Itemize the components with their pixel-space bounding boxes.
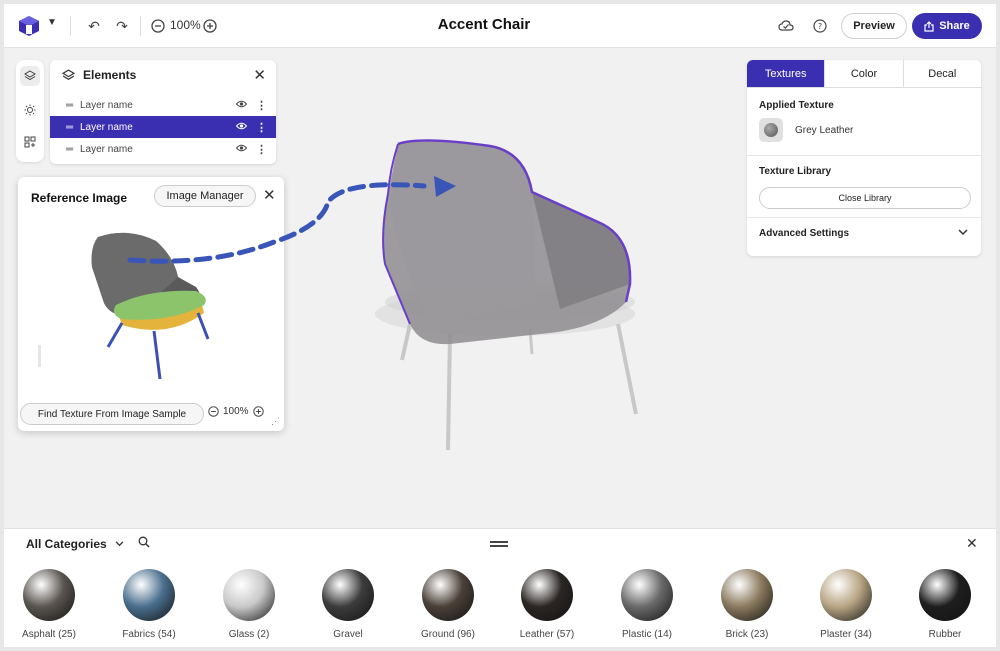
drag-handle-icon[interactable]: ═ xyxy=(66,144,73,155)
chevron-down-icon xyxy=(115,541,124,547)
reference-zoom-level: 100% xyxy=(223,406,249,417)
material-sphere xyxy=(521,569,573,621)
material-label: Fabrics (54) xyxy=(122,629,176,640)
material-label: Plastic (14) xyxy=(621,629,672,640)
close-icon[interactable]: ✕ xyxy=(263,186,276,204)
layer-name: Layer name xyxy=(80,121,133,133)
zoom-in-icon[interactable] xyxy=(252,406,264,417)
elements-title: Elements xyxy=(83,68,137,82)
more-options-icon[interactable]: ⋮ xyxy=(256,143,267,156)
material-sphere xyxy=(919,569,971,621)
image-edge xyxy=(38,345,41,367)
applied-texture-label: Applied Texture xyxy=(759,100,834,111)
material-item[interactable]: Gravel xyxy=(303,569,393,640)
material-sphere xyxy=(322,569,374,621)
app-window: ▼ ↶ ↷ 100% Accent Chair ? Preview Share xyxy=(4,4,996,647)
layer-name: Layer name xyxy=(80,143,133,155)
close-icon[interactable]: ✕ xyxy=(253,66,266,84)
share-icon xyxy=(924,20,934,32)
material-label: Brick (23) xyxy=(725,629,769,640)
cloud-sync-icon[interactable] xyxy=(776,16,796,36)
reference-image-panel: Reference Image Image Manager ✕ Find Tex… xyxy=(18,177,284,431)
category-dropdown[interactable]: All Categories xyxy=(26,537,124,551)
tab-decal[interactable]: Decal xyxy=(904,60,981,87)
material-item[interactable]: Fabrics (54) xyxy=(104,569,194,640)
material-sphere xyxy=(123,569,175,621)
visibility-eye-icon[interactable] xyxy=(235,144,248,155)
material-sphere xyxy=(422,569,474,621)
applied-texture-value: Grey Leather xyxy=(795,125,854,136)
panel-tabs: Textures Color Decal xyxy=(747,60,981,88)
material-item[interactable]: Glass (2) xyxy=(204,569,294,640)
find-texture-button[interactable]: Find Texture From Image Sample xyxy=(20,403,204,425)
material-sphere xyxy=(23,569,75,621)
add-element-icon[interactable] xyxy=(20,132,40,152)
share-button[interactable]: Share xyxy=(912,13,982,39)
category-label: All Categories xyxy=(26,537,107,551)
top-bar: ▼ ↶ ↷ 100% Accent Chair ? Preview Share xyxy=(4,4,996,48)
material-item[interactable]: Brick (23) xyxy=(702,569,792,640)
material-label: Rubber xyxy=(928,629,962,640)
section-divider xyxy=(747,155,981,156)
applied-texture-swatch[interactable] xyxy=(759,118,783,142)
texture-sphere-icon xyxy=(764,123,778,137)
texture-panel: Textures Color Decal Applied Texture Gre… xyxy=(747,60,981,256)
material-label: Gravel xyxy=(333,629,363,640)
material-library: All Categories ✕ Asphalt (25) Fabrics (5… xyxy=(4,528,996,647)
layer-row[interactable]: ═ Layer name ⋮ xyxy=(50,94,276,116)
tab-textures[interactable]: Textures xyxy=(747,60,826,87)
material-label: Plaster (34) xyxy=(820,629,872,640)
layers-icon[interactable] xyxy=(20,66,40,86)
lighting-icon[interactable] xyxy=(20,100,40,120)
material-item[interactable]: Plaster (34) xyxy=(801,569,891,640)
material-item[interactable]: Ground (96) xyxy=(403,569,493,640)
svg-text:?: ? xyxy=(818,22,822,31)
visibility-eye-icon[interactable] xyxy=(235,122,248,133)
more-options-icon[interactable]: ⋮ xyxy=(256,99,267,112)
material-label: Ground (96) xyxy=(421,629,475,640)
chair-3d-model[interactable] xyxy=(360,124,660,454)
share-label: Share xyxy=(939,20,970,32)
close-icon[interactable]: ✕ xyxy=(966,535,978,552)
layers-icon xyxy=(62,68,75,80)
image-manager-button[interactable]: Image Manager xyxy=(154,185,256,207)
layer-row-selected[interactable]: ═ Layer name ⋮ xyxy=(50,116,276,138)
layer-row[interactable]: ═ Layer name ⋮ xyxy=(50,138,276,160)
more-options-icon[interactable]: ⋮ xyxy=(256,121,267,134)
material-label: Asphalt (25) xyxy=(22,629,76,640)
layer-name: Layer name xyxy=(80,99,133,111)
search-icon[interactable] xyxy=(138,536,150,551)
material-sphere xyxy=(721,569,773,621)
resize-handle-icon[interactable]: ⋰ xyxy=(271,416,280,427)
help-icon[interactable]: ? xyxy=(810,16,830,36)
drag-handle-icon[interactable]: ═ xyxy=(66,100,73,111)
elements-header: Elements xyxy=(62,68,136,82)
material-item[interactable]: Asphalt (25) xyxy=(4,569,94,640)
visibility-eye-icon[interactable] xyxy=(235,100,248,111)
tab-color[interactable]: Color xyxy=(825,60,904,87)
material-sphere xyxy=(621,569,673,621)
elements-panel: Elements ✕ ═ Layer name ⋮ ═ Layer name ⋮… xyxy=(50,60,276,164)
material-label: Glass (2) xyxy=(228,629,270,640)
material-label: Leather (57) xyxy=(519,629,575,640)
preview-button[interactable]: Preview xyxy=(841,13,907,39)
chevron-down-icon[interactable] xyxy=(958,227,968,239)
reference-chair-image[interactable] xyxy=(78,227,228,387)
texture-library-label: Texture Library xyxy=(759,166,832,177)
section-divider xyxy=(747,217,981,218)
material-sphere xyxy=(820,569,872,621)
drag-handle-icon[interactable]: ═ xyxy=(66,122,73,133)
close-library-button[interactable]: Close Library xyxy=(759,187,971,209)
material-item[interactable]: Plastic (14) xyxy=(602,569,692,640)
drag-handle-icon[interactable] xyxy=(490,541,508,547)
material-sphere xyxy=(223,569,275,621)
zoom-out-icon[interactable] xyxy=(208,406,219,417)
reference-image-title: Reference Image xyxy=(31,191,128,205)
reference-zoom-controls: 100% xyxy=(208,406,264,417)
left-toolbar xyxy=(16,60,44,162)
material-item[interactable]: Rubber xyxy=(900,569,990,640)
advanced-settings-label[interactable]: Advanced Settings xyxy=(759,228,849,239)
material-item[interactable]: Leather (57) xyxy=(502,569,592,640)
